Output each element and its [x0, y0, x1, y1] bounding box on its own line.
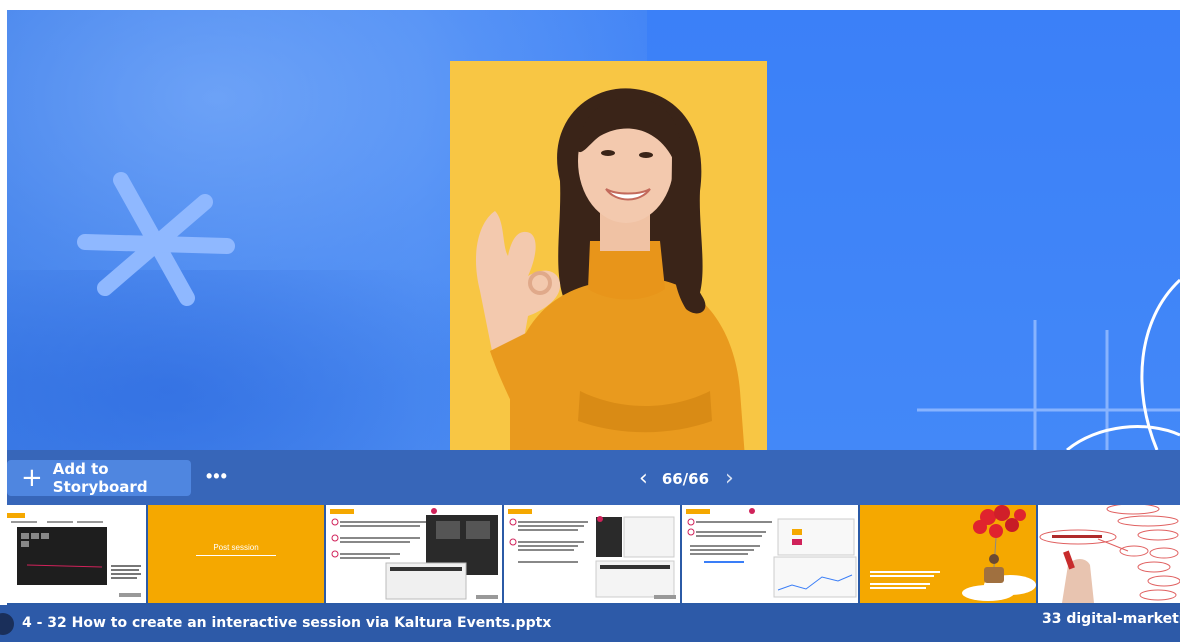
more-options-button[interactable]: •••	[206, 466, 228, 487]
plus-icon: +	[21, 463, 43, 493]
slide-thumbnail[interactable]	[504, 505, 680, 603]
asterisk-decoration-icon	[77, 172, 235, 306]
slide-pager: ‹ 66/66 ›	[639, 466, 734, 491]
next-deck-title[interactable]: 33 digital-marketing	[1042, 611, 1180, 627]
presenter-avatar	[0, 613, 14, 635]
storyboard-toolbar: + Add to Storyboard ••• ‹ 66/66 ›	[7, 450, 1180, 505]
slide-thumbnail[interactable]	[682, 505, 858, 603]
slide-counter: 66/66	[661, 469, 710, 488]
add-to-storyboard-button[interactable]: + Add to Storyboard	[7, 460, 191, 496]
previous-slide-button[interactable]: ‹	[639, 466, 648, 491]
presentation-footer: 4 - 32 How to create an interactive sess…	[0, 605, 1180, 642]
next-slide-button[interactable]: ›	[725, 466, 734, 491]
thumbnail-title: Post session	[213, 543, 259, 552]
thumbnail-strip: Post session	[7, 505, 1180, 605]
add-to-storyboard-label: Add to Storyboard	[52, 460, 148, 496]
woman-ok-gesture-photo	[450, 61, 767, 450]
decorative-lines	[917, 278, 1180, 450]
slide-preview	[7, 10, 1180, 450]
slide-thumbnail-post-session[interactable]: Post session	[148, 505, 324, 603]
slide-thumbnail-balloon[interactable]	[860, 505, 1036, 603]
current-deck-title[interactable]: 4 - 32 How to create an interactive sess…	[22, 615, 551, 631]
slide-thumbnail-marketing[interactable]	[1038, 505, 1180, 603]
slide-thumbnail[interactable]	[7, 505, 146, 603]
slide-thumbnail[interactable]	[326, 505, 502, 603]
